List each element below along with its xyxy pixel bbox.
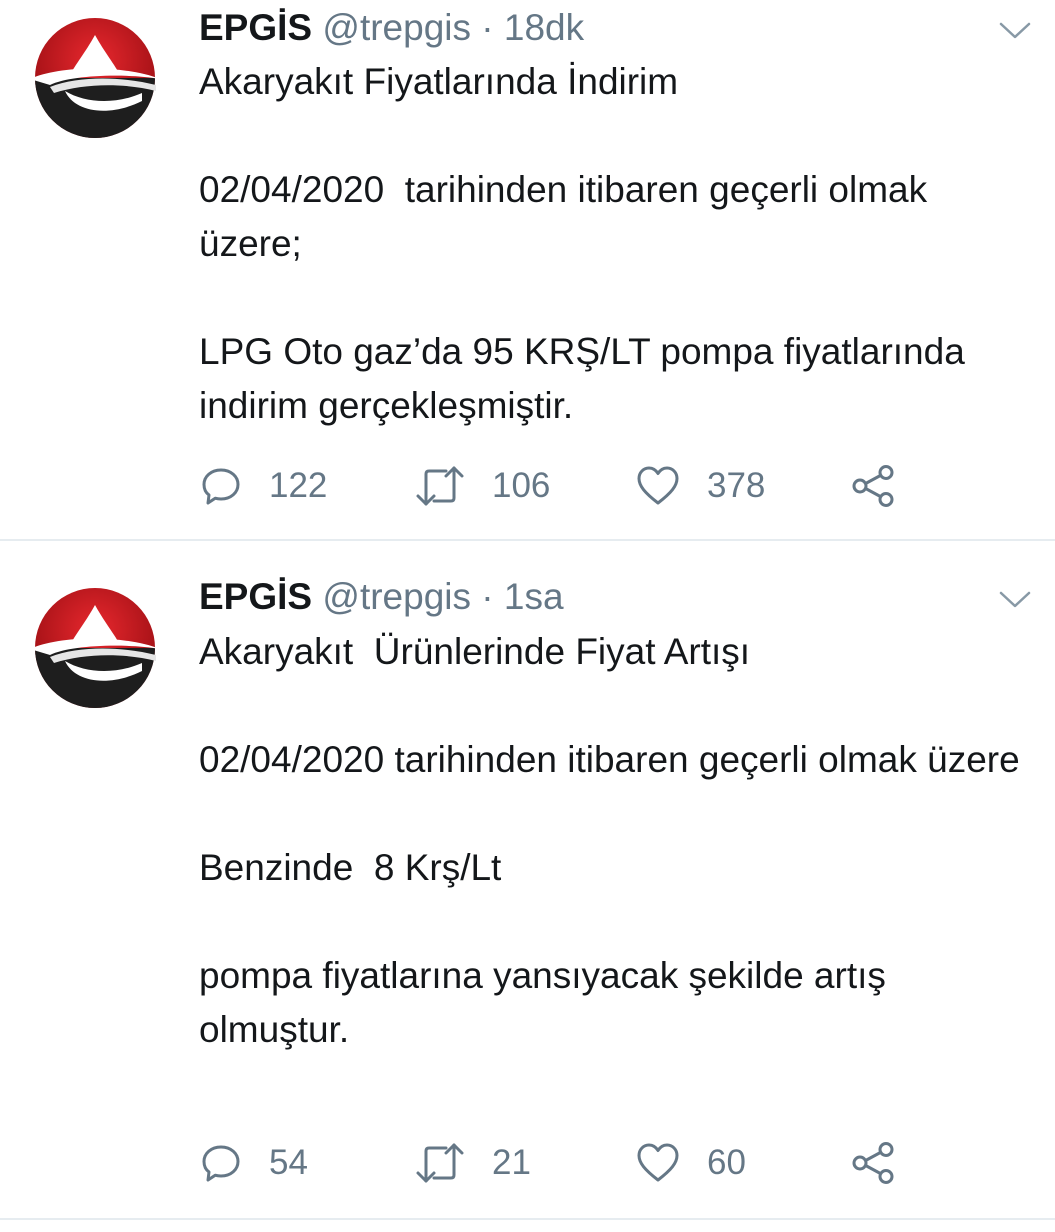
- retweet-icon: [416, 1143, 464, 1183]
- avatar[interactable]: [30, 13, 160, 143]
- share-button[interactable]: [850, 461, 896, 511]
- tweet-text: Akaryakıt Ürünlerinde Fiyat Artışı 02/04…: [199, 625, 1039, 1057]
- reply-button[interactable]: 122: [199, 461, 327, 511]
- author-name[interactable]: EPGİS: [199, 576, 312, 617]
- like-count: 378: [707, 466, 766, 505]
- tweet-time[interactable]: 18dk: [504, 7, 584, 48]
- tweet-header: EPGİS @trepgis · 18dk: [199, 6, 584, 50]
- reply-count: 122: [269, 466, 328, 505]
- like-button[interactable]: 60: [635, 1138, 746, 1188]
- tweet-header: EPGİS @trepgis · 1sa: [199, 575, 564, 619]
- tweet-paragraph: 02/04/2020 tarihinden itibaren geçerli o…: [199, 169, 938, 264]
- share-button[interactable]: [850, 1138, 896, 1188]
- like-count: 60: [707, 1143, 746, 1182]
- tweet-title: Akaryakıt Fiyatlarında İndirim: [199, 61, 679, 102]
- heart-icon: [637, 466, 679, 505]
- action-bar: 122 106 378: [199, 461, 919, 511]
- like-button[interactable]: 378: [635, 461, 765, 511]
- share-icon: [852, 465, 894, 507]
- separator: ·: [481, 576, 494, 617]
- author-handle[interactable]: @trepgis: [322, 7, 471, 48]
- heart-icon: [637, 1143, 679, 1182]
- tweet-paragraph: pompa fiyatlarına yansıyacak şekilde art…: [199, 955, 897, 1050]
- tweet-time[interactable]: 1sa: [504, 576, 564, 617]
- author-handle[interactable]: @trepgis: [322, 576, 471, 617]
- retweet-count: 21: [492, 1143, 531, 1182]
- tweet[interactable]: EPGİS @trepgis · 18dk Akaryakıt Fiyatlar…: [0, 0, 1055, 540]
- action-bar: 54 21 60: [199, 1138, 919, 1188]
- tweet-title: Akaryakıt Ürünlerinde Fiyat Artışı: [199, 631, 751, 672]
- chevron-down-icon[interactable]: [995, 585, 1035, 613]
- tweet-paragraph: LPG Oto gaz’da 95 KRŞ/LT pompa fiyatları…: [199, 331, 976, 426]
- reply-button[interactable]: 54: [199, 1138, 308, 1188]
- tweet-paragraph: Benzinde 8 Krş/Lt: [199, 847, 502, 888]
- retweet-button[interactable]: 21: [414, 1138, 531, 1188]
- retweet-icon: [416, 466, 464, 506]
- retweet-button[interactable]: 106: [414, 461, 550, 511]
- avatar[interactable]: [30, 583, 160, 713]
- chevron-down-icon[interactable]: [995, 16, 1035, 44]
- reply-icon: [202, 1145, 240, 1182]
- reply-icon: [202, 468, 240, 505]
- reply-count: 54: [269, 1143, 308, 1182]
- retweet-count: 106: [492, 466, 551, 505]
- separator: ·: [481, 7, 494, 48]
- tweet[interactable]: EPGİS @trepgis · 1sa Akaryakıt Ürünlerin…: [0, 541, 1055, 1232]
- author-name[interactable]: EPGİS: [199, 7, 312, 48]
- tweet-text: Akaryakıt Fiyatlarında İndirim 02/04/202…: [199, 55, 1039, 433]
- share-icon: [852, 1142, 894, 1184]
- tweet-divider: [0, 1218, 1055, 1220]
- tweet-paragraph: 02/04/2020 tarihinden itibaren geçerli o…: [199, 739, 1020, 780]
